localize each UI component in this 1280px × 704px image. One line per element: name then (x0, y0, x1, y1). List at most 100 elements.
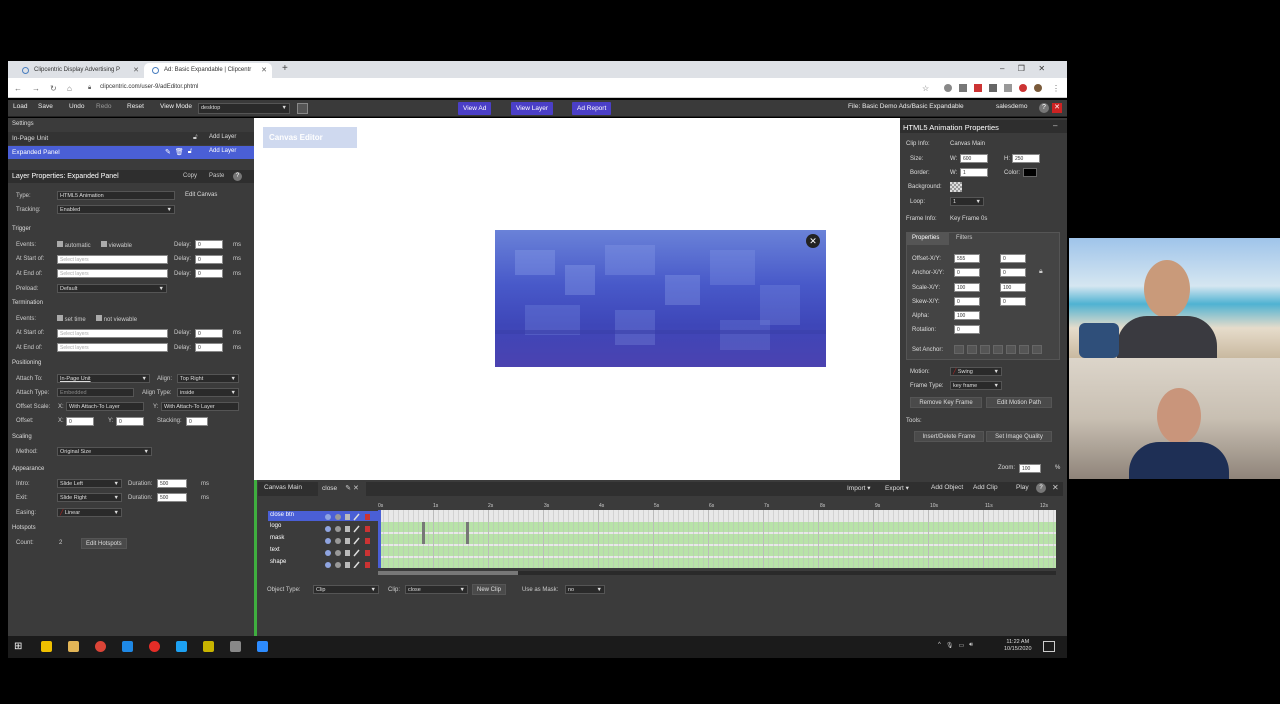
notifications-icon[interactable] (1043, 641, 1055, 652)
object-type-select[interactable]: Clip ▼ (313, 585, 379, 594)
set-image-quality-button[interactable]: Set Image Quality (986, 431, 1052, 442)
not-viewable-checkbox[interactable]: not viewable (96, 315, 137, 323)
rotation-input[interactable]: 0 (954, 325, 980, 334)
anchor-top-icon[interactable] (993, 345, 1003, 354)
anchor-left-icon[interactable] (954, 345, 964, 354)
anchor-custom-icon[interactable] (1032, 345, 1042, 354)
scrollbar-thumb[interactable] (378, 571, 518, 575)
paste-button[interactable]: Paste (209, 173, 224, 179)
copy-button[interactable]: Copy (183, 173, 197, 179)
skew-y-input[interactable]: 0 (1000, 297, 1026, 306)
microphone-icon[interactable]: 🎙︎ (946, 642, 954, 649)
anchor-right-icon[interactable] (980, 345, 990, 354)
taskbar-app-icon[interactable] (203, 641, 214, 652)
help-icon[interactable]: ? (1036, 483, 1046, 493)
back-icon[interactable]: ← (14, 84, 22, 93)
background-swatch[interactable] (950, 182, 962, 192)
edit-hotspots-button[interactable]: Edit Hotspots (81, 538, 127, 549)
offset-x-input[interactable]: 555 (954, 254, 980, 263)
chrome-icon[interactable] (95, 641, 106, 652)
add-object-button[interactable]: Add Object (931, 484, 963, 491)
undo-button[interactable]: Undo (69, 103, 85, 110)
browser-tab-2[interactable]: Ad: Basic Expandable | Clipcentr ✕ (144, 63, 272, 78)
close-editor-icon[interactable]: ✕ (1052, 103, 1062, 113)
intro-duration-input[interactable]: 500 (157, 479, 187, 488)
save-button[interactable]: Save (38, 103, 53, 110)
volume-icon[interactable]: 🔊︎ (969, 642, 973, 649)
home-icon[interactable]: ⌂ (67, 84, 72, 93)
help-icon[interactable]: ? (1039, 103, 1049, 113)
skew-x-input[interactable]: 0 (954, 297, 980, 306)
anchor-center-icon[interactable] (967, 345, 977, 354)
new-clip-button[interactable]: New Clip (472, 584, 507, 595)
add-layer-button-2[interactable]: Add Layer (205, 146, 240, 157)
help-icon[interactable]: ? (233, 172, 242, 181)
taskbar-app-icon[interactable] (41, 641, 52, 652)
track-bar-shape[interactable] (378, 558, 1056, 568)
reset-button[interactable]: Reset (127, 103, 144, 110)
width-input[interactable]: 600 (960, 154, 988, 163)
offset-scale-x-select[interactable]: With Attach-To Layer (66, 402, 144, 411)
automatic-checkbox[interactable]: automatic (57, 241, 91, 249)
set-time-checkbox[interactable]: set time (57, 315, 86, 323)
url-text[interactable]: clipcentric.com/user-9/adEditor.phtml (100, 84, 198, 90)
file-explorer-icon[interactable] (68, 641, 79, 652)
scale-x-input[interactable]: 100 (954, 283, 980, 292)
align-select[interactable]: Top Right ▼ (177, 374, 239, 383)
close-tab-icon[interactable]: ✕ (133, 66, 139, 74)
border-color-swatch[interactable] (1023, 168, 1037, 177)
edit-icon[interactable]: ✎ (345, 485, 351, 492)
edit-motion-path-button[interactable]: Edit Motion Path (986, 397, 1052, 408)
close-tab-icon[interactable]: ✕ (261, 66, 267, 74)
keyframe-marker[interactable] (466, 522, 469, 544)
type-select[interactable]: HTML5 Animation (57, 191, 175, 200)
timeline-clip-canvas-main[interactable]: Canvas Main (264, 484, 302, 491)
minimize-icon[interactable]: – (1000, 64, 1004, 73)
offset-y-input[interactable]: 0 (1000, 254, 1026, 263)
extension-icon[interactable] (1019, 84, 1027, 92)
export-menu[interactable]: Export ▾ (885, 484, 909, 492)
scale-y-input[interactable]: 100 (1000, 283, 1026, 292)
offset-scale-y-select[interactable]: With Attach-To Layer (161, 402, 239, 411)
load-button[interactable]: Load (13, 103, 27, 110)
exit-duration-input[interactable]: 500 (157, 493, 187, 502)
timeline-clip-close-tab[interactable]: close ✎ ✕ (318, 482, 366, 496)
view-layer-button[interactable]: View Layer (511, 102, 554, 115)
insert-delete-frame-button[interactable]: Insert/Delete Frame (914, 431, 984, 442)
term-start-input[interactable]: Select layers (57, 329, 168, 338)
trash-icon[interactable]: 🗑︎ (175, 148, 184, 156)
viewable-checkbox[interactable]: viewable (101, 241, 132, 249)
offset-y-input[interactable]: 0 (116, 417, 144, 426)
trigger-delay-input[interactable]: 0 (195, 240, 223, 249)
offset-x-input[interactable]: 0 (66, 417, 94, 426)
browser-tab-1[interactable]: Clipcentric Display Advertising P ✕ (14, 63, 144, 78)
align-type-select[interactable]: inside ▼ (177, 388, 239, 397)
anchor-y-input[interactable]: 0 (1000, 268, 1026, 277)
remove-key-frame-button[interactable]: Remove Key Frame (910, 397, 982, 408)
reload-icon[interactable]: ↻ (50, 84, 57, 93)
taskbar-app-icon[interactable] (149, 641, 160, 652)
extension-icon[interactable] (989, 84, 997, 92)
ad-close-icon[interactable]: ✕ (806, 234, 820, 248)
timeline-grid[interactable] (378, 510, 1056, 568)
play-button[interactable]: Play (1016, 484, 1029, 491)
method-select[interactable]: Original Size ▼ (57, 447, 152, 456)
skype-icon[interactable] (176, 641, 187, 652)
motion-select[interactable]: ╱ Swing ▼ (950, 367, 1002, 376)
border-width-input[interactable]: 1 (960, 168, 988, 177)
new-tab-icon[interactable]: + (282, 63, 288, 74)
tab-filters[interactable]: Filters (952, 233, 982, 245)
add-clip-button[interactable]: Add Clip (973, 484, 998, 491)
frame-type-select[interactable]: key frame ▼ (950, 381, 1002, 390)
extension-icon[interactable] (944, 84, 952, 92)
extension-icon[interactable] (959, 84, 967, 92)
edit-icon[interactable]: ✎ (165, 148, 171, 156)
timeline-scrollbar[interactable] (378, 571, 1056, 575)
windows-start-icon[interactable]: ⊞ (14, 641, 22, 652)
import-menu[interactable]: Import ▾ (847, 484, 871, 492)
lock-icon[interactable]: 🔓︎ (188, 148, 193, 156)
network-icon[interactable]: ▭ (958, 642, 964, 649)
close-timeline-icon[interactable]: ✕ (1052, 483, 1059, 492)
attach-to-select[interactable]: In-Page Unit ▼ (57, 374, 150, 383)
taskbar-clock[interactable]: 11:22 AM 10/15/2020 (1004, 639, 1032, 653)
